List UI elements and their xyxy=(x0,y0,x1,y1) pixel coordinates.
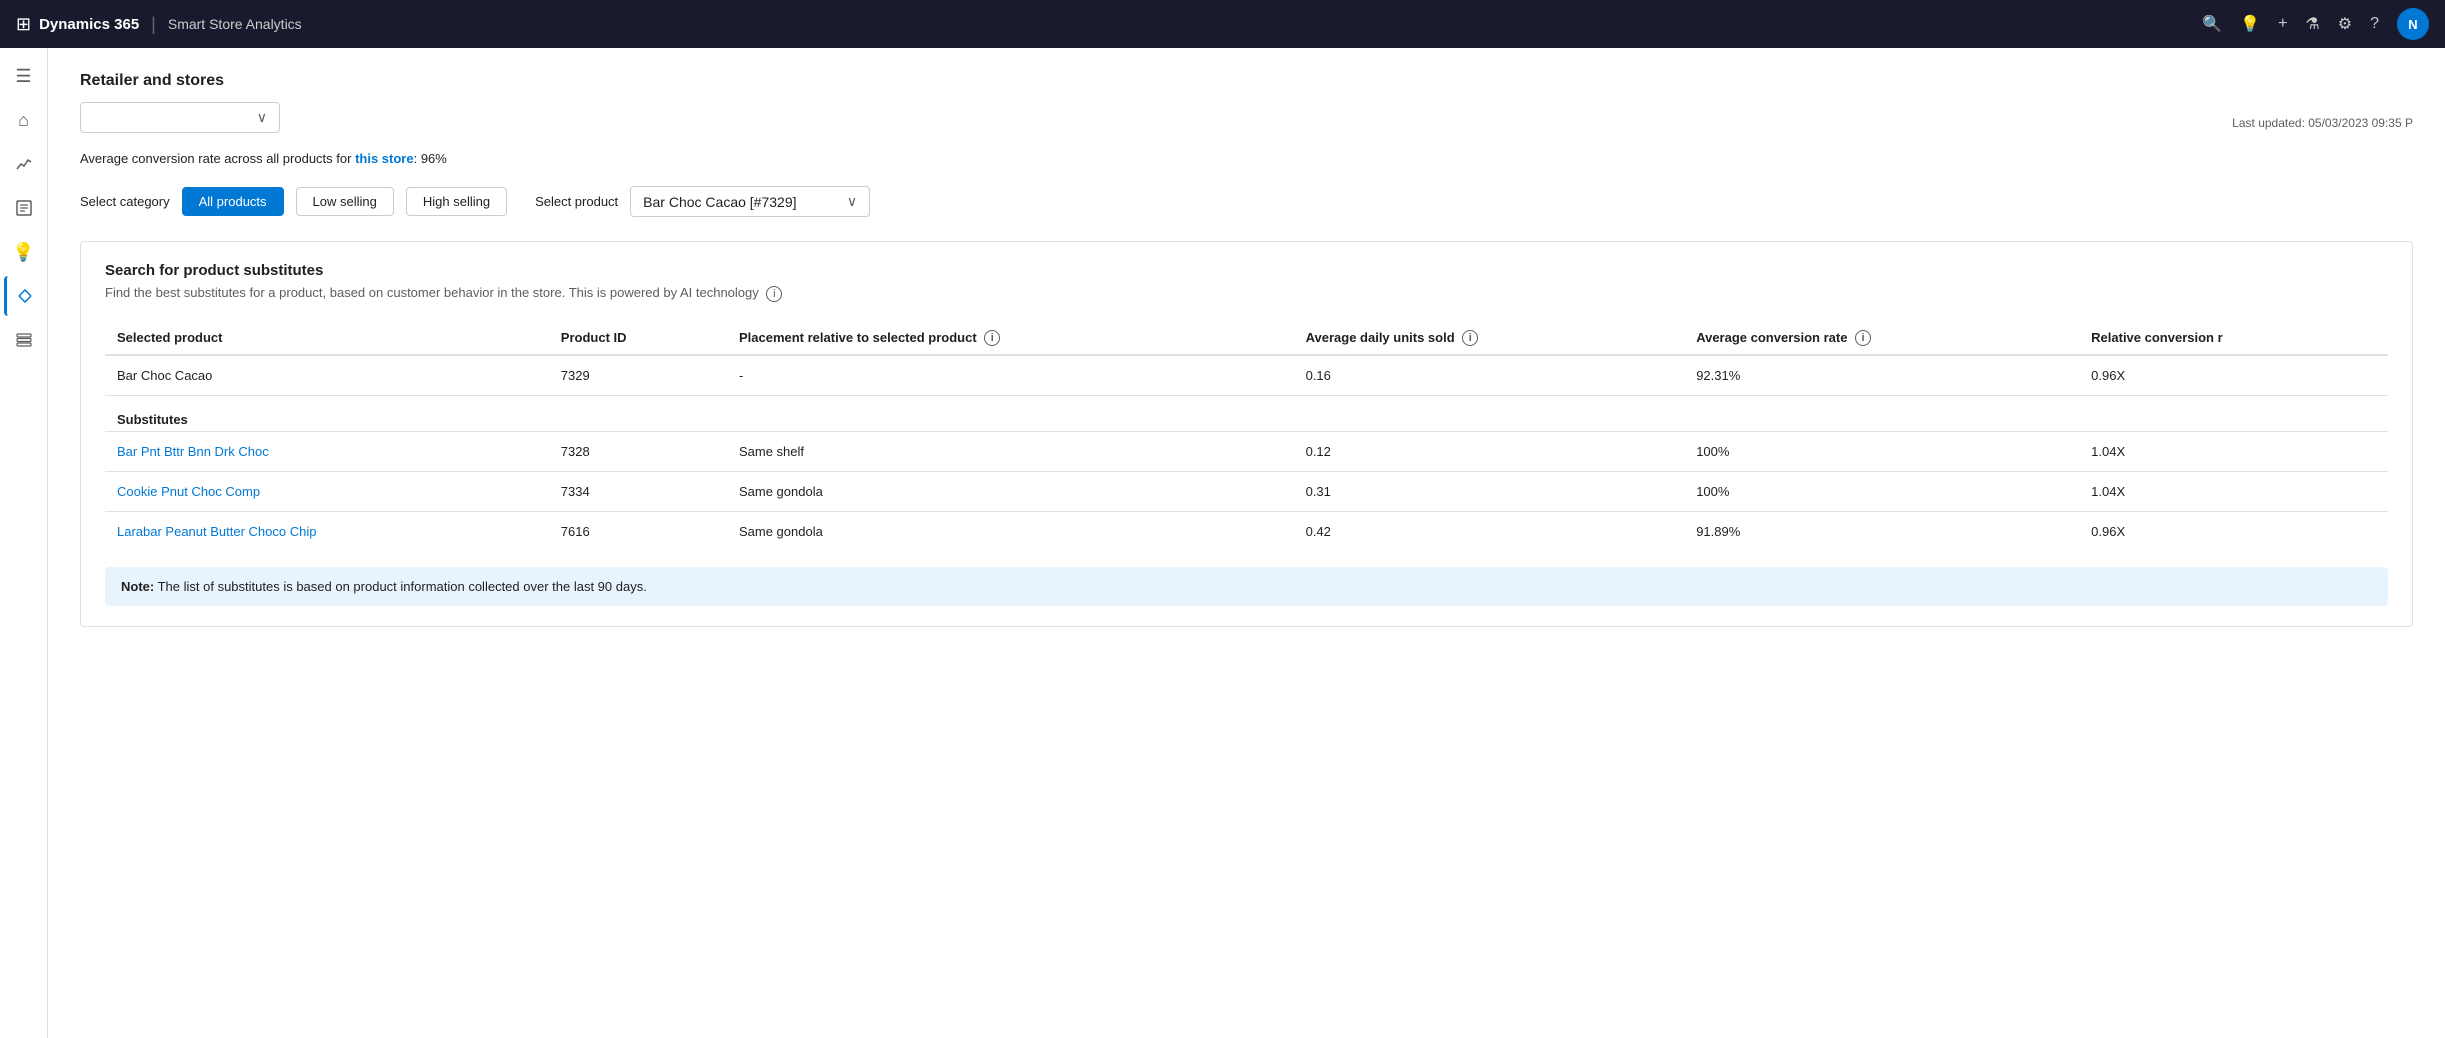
product-selector[interactable]: Bar Choc Cacao [#7329] ∨ xyxy=(630,186,870,217)
substitute-placement-0: Same shelf xyxy=(727,432,1294,472)
substitute-name-2[interactable]: Larabar Peanut Butter Choco Chip xyxy=(117,524,316,539)
selected-product-id: 7329 xyxy=(549,355,727,396)
filter-all-products[interactable]: All products xyxy=(182,187,284,216)
avg-conversion-info-icon[interactable]: i xyxy=(1855,330,1871,346)
col-avg-daily-units: Average daily units sold i xyxy=(1294,322,1685,356)
app-brand: Dynamics 365 xyxy=(39,16,139,33)
search-section: Search for product substitutes Find the … xyxy=(80,241,2413,627)
this-store-link[interactable]: this store xyxy=(355,151,414,166)
filter-high-selling[interactable]: High selling xyxy=(406,187,507,216)
selected-product-placement: - xyxy=(727,355,1294,396)
category-label: Select category xyxy=(80,194,170,209)
substitute-avg-units-1: 0.31 xyxy=(1294,472,1685,512)
substitute-avg-conversion-2: 91.89% xyxy=(1684,512,2079,552)
substitute-avg-units-0: 0.12 xyxy=(1294,432,1685,472)
search-icon[interactable]: 🔍 xyxy=(2202,14,2222,34)
substitute-avg-conversion-0: 100% xyxy=(1684,432,2079,472)
col-relative-conversion: Relative conversion r xyxy=(2079,322,2388,356)
app-name: Smart Store Analytics xyxy=(168,16,302,32)
note-text: The list of substitutes is based on prod… xyxy=(158,579,647,594)
substitute-name-0[interactable]: Bar Pnt Bttr Bnn Drk Choc xyxy=(117,444,269,459)
search-title: Search for product substitutes xyxy=(105,262,2388,279)
col-selected-product: Selected product xyxy=(105,322,549,356)
app-layout: ☰ ⌂ 💡 xyxy=(0,48,2445,1038)
substitute-avg-units-2: 0.42 xyxy=(1294,512,1685,552)
plus-icon[interactable]: + xyxy=(2278,15,2287,33)
avg-units-info-icon[interactable]: i xyxy=(1462,330,1478,346)
filter-bar: Select category All products Low selling… xyxy=(80,186,2413,217)
substitute-placement-1: Same gondola xyxy=(727,472,1294,512)
sidebar-item-insights[interactable]: 💡 xyxy=(4,232,44,272)
selected-product-name: Bar Choc Cacao xyxy=(105,355,549,396)
table-header-row: Selected product Product ID Placement re… xyxy=(105,322,2388,356)
page-title: Retailer and stores xyxy=(80,72,2413,90)
substitute-rel-conversion-0: 1.04X xyxy=(2079,432,2388,472)
substitute-name-1[interactable]: Cookie Pnut Choc Comp xyxy=(117,484,260,499)
note-bar: Note: The list of substitutes is based o… xyxy=(105,567,2388,606)
filter-icon[interactable]: ⚗ xyxy=(2305,14,2319,34)
avg-conversion-value: 96% xyxy=(421,151,447,166)
product-selector-value: Bar Choc Cacao [#7329] xyxy=(643,194,839,210)
substitute-id-2: 7616 xyxy=(549,512,727,552)
product-label: Select product xyxy=(535,194,618,209)
main-content: Retailer and stores ∨ Last updated: 05/0… xyxy=(48,48,2445,1038)
substitute-avg-conversion-1: 100% xyxy=(1684,472,2079,512)
substitutes-label: Substitutes xyxy=(117,412,188,427)
bulb-icon[interactable]: 💡 xyxy=(2240,14,2260,34)
grid-icon[interactable]: ⊞ xyxy=(16,14,31,35)
sidebar-item-menu[interactable]: ☰ xyxy=(4,56,44,96)
substitute-placement-2: Same gondola xyxy=(727,512,1294,552)
sidebar-item-home[interactable]: ⌂ xyxy=(4,100,44,140)
sidebar-item-list[interactable] xyxy=(4,320,44,360)
col-avg-conversion: Average conversion rate i xyxy=(1684,322,2079,356)
sidebar-item-analytics[interactable] xyxy=(4,144,44,184)
selected-product-avg-conversion: 92.31% xyxy=(1684,355,2079,396)
col-placement: Placement relative to selected product i xyxy=(727,322,1294,356)
avatar[interactable]: N xyxy=(2397,8,2429,40)
last-updated: Last updated: 05/03/2023 09:35 P xyxy=(2232,116,2413,130)
table-row: Cookie Pnut Choc Comp 7334 Same gondola … xyxy=(105,472,2388,512)
sidebar: ☰ ⌂ 💡 xyxy=(0,48,48,1038)
search-description: Find the best substitutes for a product,… xyxy=(105,285,2388,302)
note-label: Note: xyxy=(121,579,154,594)
col-product-id: Product ID xyxy=(549,322,727,356)
store-dropdown-arrow: ∨ xyxy=(257,109,267,126)
sidebar-item-substitutes[interactable] xyxy=(4,276,44,316)
substitute-id-0: 7328 xyxy=(549,432,727,472)
brand-separator: | xyxy=(151,14,156,35)
brand-area: ⊞ Dynamics 365 | Smart Store Analytics xyxy=(16,14,302,35)
substitutes-table: Selected product Product ID Placement re… xyxy=(105,322,2388,552)
help-icon[interactable]: ? xyxy=(2370,15,2379,33)
filter-low-selling[interactable]: Low selling xyxy=(296,187,394,216)
substitute-rel-conversion-1: 1.04X xyxy=(2079,472,2388,512)
table-row: Bar Pnt Bttr Bnn Drk Choc 7328 Same shel… xyxy=(105,432,2388,472)
ai-info-icon[interactable]: i xyxy=(766,286,782,302)
substitutes-header-row: Substitutes xyxy=(105,396,2388,432)
selected-product-relative-conversion: 0.96X xyxy=(2079,355,2388,396)
sidebar-item-reports[interactable] xyxy=(4,188,44,228)
store-selector[interactable]: ∨ xyxy=(80,102,280,133)
top-navigation: ⊞ Dynamics 365 | Smart Store Analytics 🔍… xyxy=(0,0,2445,48)
substitute-id-1: 7334 xyxy=(549,472,727,512)
avg-conversion-text: Average conversion rate across all produ… xyxy=(80,151,2413,166)
topnav-right-icons: 🔍 💡 + ⚗ ⚙ ? N xyxy=(2202,8,2429,40)
selected-product-avg-units: 0.16 xyxy=(1294,355,1685,396)
settings-icon[interactable]: ⚙ xyxy=(2338,14,2352,34)
product-dropdown-arrow: ∨ xyxy=(847,193,857,210)
placement-info-icon[interactable]: i xyxy=(984,330,1000,346)
substitute-rel-conversion-2: 0.96X xyxy=(2079,512,2388,552)
selected-product-row: Bar Choc Cacao 7329 - 0.16 92.31% 0.96X xyxy=(105,355,2388,396)
table-row: Larabar Peanut Butter Choco Chip 7616 Sa… xyxy=(105,512,2388,552)
